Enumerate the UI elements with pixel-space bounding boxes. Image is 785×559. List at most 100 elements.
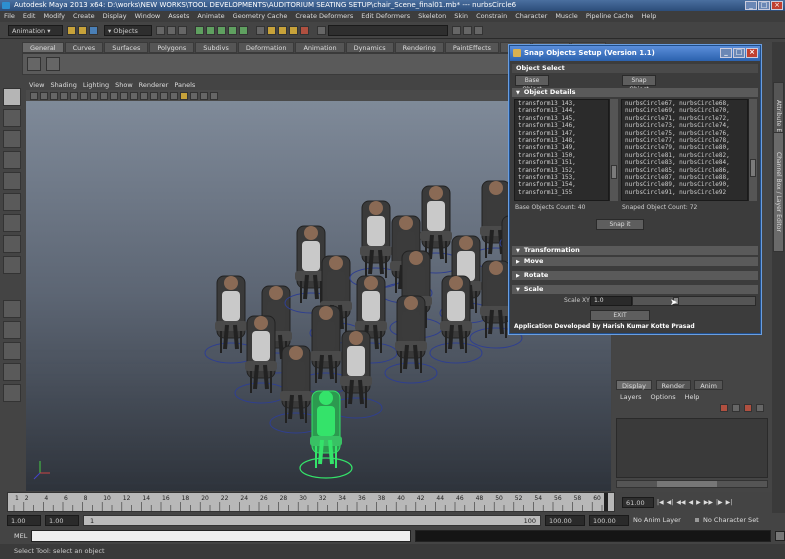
menu-pipeline-cache[interactable]: Pipeline Cache [586, 12, 634, 20]
camera-icon[interactable] [30, 91, 38, 100]
snap-live-icon[interactable] [239, 25, 248, 35]
paint-select-icon[interactable] [3, 130, 21, 148]
snap-it-button[interactable]: Snap it [596, 219, 644, 230]
camera-attributes-icon[interactable] [40, 91, 48, 100]
panel-menu-renderer[interactable]: Renderer [139, 81, 169, 89]
snap-point-icon[interactable] [217, 25, 226, 35]
shelf-tab-rendering[interactable]: Rendering [394, 42, 444, 53]
snap-object-item[interactable]: nurbsCircle79, nurbsCircle80, [625, 144, 747, 151]
menu-file[interactable]: File [4, 12, 15, 20]
image-plane-icon[interactable] [60, 91, 68, 100]
smooth-shade-icon[interactable] [150, 91, 158, 100]
layer-scrollbar[interactable] [616, 480, 768, 488]
dialog-maximize-button[interactable]: □ [733, 48, 745, 58]
textured-icon[interactable] [170, 91, 178, 100]
play-forward-icon[interactable]: ▶ [696, 499, 701, 506]
new-scene-icon[interactable] [67, 25, 76, 35]
menu-skeleton[interactable]: Skeleton [418, 12, 446, 20]
menu-display[interactable]: Display [103, 12, 127, 20]
options-menu[interactable]: Options [651, 393, 676, 401]
snap-object-item[interactable]: nurbsCircle87, nurbsCircle88, [625, 174, 747, 181]
shelf-tab-painteffects[interactable]: PaintEffects [444, 42, 500, 53]
layer-selected-icon[interactable] [732, 404, 740, 412]
field-chart-icon[interactable] [110, 91, 118, 100]
select-hierarchy-icon[interactable] [156, 25, 165, 35]
shelf-tool-icon[interactable] [27, 57, 41, 71]
dialog-close-button[interactable]: × [746, 48, 758, 58]
select-tool-icon[interactable] [3, 88, 21, 106]
grid-icon[interactable] [70, 91, 78, 100]
snap-objects-list[interactable]: nurbsCircle67, nurbsCircle68, nurbsCircle… [621, 99, 748, 201]
anim-layer-label[interactable]: No Anim Layer [633, 516, 691, 524]
menu-window[interactable]: Window [135, 12, 161, 20]
layout-graph-icon[interactable] [3, 384, 21, 402]
base-object-item[interactable]: transform13_145, [518, 115, 608, 122]
safe-title-icon[interactable] [130, 91, 138, 100]
playback-start-field[interactable]: 1.00 [45, 514, 79, 526]
snap-object-item[interactable]: nurbsCircle67, nurbsCircle68, [625, 100, 747, 107]
select-object-icon[interactable] [167, 25, 176, 35]
tab-anim[interactable]: Anim [694, 380, 723, 390]
base-object-item[interactable]: transform13_155 [518, 189, 608, 196]
move-header[interactable]: ▶ Move [512, 257, 758, 266]
shelf-tab-deformation[interactable]: Deformation [237, 42, 295, 53]
save-scene-icon[interactable] [89, 25, 98, 35]
snap-object-item[interactable]: nurbsCircle83, nurbsCircle84, [625, 159, 747, 166]
layout-icon-3[interactable] [474, 25, 483, 35]
menu-create-deformers[interactable]: Create Deformers [295, 12, 353, 20]
range-bar[interactable]: 1 100 [83, 514, 541, 526]
shelf-tab-general[interactable]: General [22, 42, 64, 53]
safe-action-icon[interactable] [120, 91, 128, 100]
input-mode-icon[interactable] [317, 25, 326, 35]
layout-persp-outliner-icon[interactable] [3, 363, 21, 381]
ipr-render-icon[interactable] [278, 25, 287, 35]
snap-object-item[interactable]: nurbsCircle81, nurbsCircle82, [625, 152, 747, 159]
panel-menu-panels[interactable]: Panels [174, 81, 195, 89]
panel-menu-lighting[interactable]: Lighting [83, 81, 109, 89]
snap-object-item[interactable]: nurbsCircle71, nurbsCircle72, [625, 115, 747, 122]
last-tool-icon[interactable] [3, 256, 21, 274]
base-object-item[interactable]: transform13_149, [518, 144, 608, 151]
object-details-header[interactable]: ▼ Object Details [512, 88, 758, 97]
hypershade-icon[interactable] [300, 25, 309, 35]
manipulator-tool-icon[interactable] [3, 214, 21, 232]
shelf-tab-surfaces[interactable]: Surfaces [104, 42, 149, 53]
tab-render[interactable]: Render [655, 380, 691, 390]
new-layer-selected-icon[interactable] [744, 404, 752, 412]
soft-mod-icon[interactable] [3, 235, 21, 253]
menu-create[interactable]: Create [73, 12, 95, 20]
panel-menu-show[interactable]: Show [115, 81, 133, 89]
menu-assets[interactable]: Assets [168, 12, 189, 20]
menu-constrain[interactable]: Constrain [476, 12, 507, 20]
snap-object-item[interactable]: nurbsCircle75, nurbsCircle76, [625, 130, 747, 137]
snap-curve-icon[interactable] [206, 25, 215, 35]
layout-single-icon[interactable] [3, 300, 21, 318]
char-set-icon[interactable] [695, 518, 699, 522]
history-icon[interactable] [256, 25, 265, 35]
shelf-tab-curves[interactable]: Curves [64, 42, 104, 53]
layout-two-icon[interactable] [3, 342, 21, 360]
scale-header[interactable]: ▼ Scale [512, 285, 758, 294]
rotate-header[interactable]: ▶ Rotate [512, 271, 758, 280]
base-object-item[interactable]: transform13_153, [518, 174, 608, 181]
snap-object-item[interactable]: nurbsCircle69, nurbsCircle70, [625, 107, 747, 114]
menu-animate[interactable]: Animate [197, 12, 224, 20]
prev-key-icon[interactable]: ◀◀ [676, 499, 685, 506]
menu-edit[interactable]: Edit [23, 12, 36, 20]
snap-object-item[interactable]: nurbsCircle89, nurbsCircle90, [625, 181, 747, 188]
snap-object-button[interactable]: Snap Object [622, 75, 656, 93]
panel-menu-shading[interactable]: Shading [50, 81, 76, 89]
wireframe-icon[interactable] [140, 91, 148, 100]
shelf-tab-dynamics[interactable]: Dynamics [345, 42, 394, 53]
layout-icon-2[interactable] [463, 25, 472, 35]
base-objects-list[interactable]: transform13_143, transform13_144, transfor… [514, 99, 609, 201]
menu-edit-deformers[interactable]: Edit Deformers [361, 12, 410, 20]
snap-object-item[interactable]: nurbsCircle85, nurbsCircle86, [625, 167, 747, 174]
select-component-icon[interactable] [178, 25, 187, 35]
base-object-item[interactable]: transform13_143, [518, 100, 608, 107]
snap-object-item[interactable]: nurbsCircle91, nurbsCircle92 [625, 189, 747, 196]
scale-xyz-field[interactable]: 1.0 [590, 296, 632, 306]
dialog-title-bar[interactable]: Snap Objects Setup (Version 1.1) _ □ × [510, 46, 760, 61]
playback-end-field[interactable]: 100.00 [545, 514, 585, 526]
input-field[interactable] [328, 24, 448, 36]
